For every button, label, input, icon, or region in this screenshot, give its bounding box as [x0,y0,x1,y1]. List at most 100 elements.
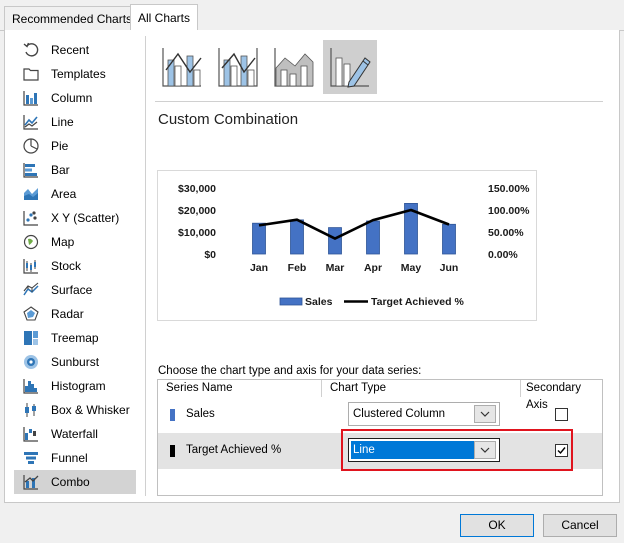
subtype-custom-combination[interactable] [323,40,377,94]
map-chart-icon [22,233,40,251]
chart-bar [366,220,380,255]
sidebar-item-treemap[interactable]: Treemap [14,326,136,350]
x-tick-label: Jan [250,262,268,274]
sidebar-item-combo[interactable]: Combo [14,470,136,494]
y2-tick-label: 150.00% [488,183,530,195]
y-tick-label: $20,000 [178,205,216,217]
x-tick-label: Feb [288,262,307,274]
bar-chart-icon [22,161,40,179]
chart-bar [328,227,342,255]
sidebar-item-histogram[interactable]: Histogram [14,374,136,398]
page-title: Custom Combination [158,111,299,128]
sidebar-item-bar[interactable]: Bar [14,158,136,182]
sidebar-item-funnel[interactable]: Funnel [14,446,136,470]
sunburst-chart-icon [22,353,40,371]
subtype-divider [155,101,603,102]
box-whisker-chart-icon [22,401,40,419]
tab-strip: Recommended Charts All Charts [0,0,624,31]
funnel-chart-icon [22,449,40,467]
subtype-clustered-column-line-secondary-axis[interactable] [211,40,265,94]
sidebar-item-label: Map [51,235,75,249]
x-tick-label: Mar [326,262,345,274]
tab-all-charts[interactable]: All Charts [130,4,199,31]
chart-type-sidebar: Recent Templates Column Line Pie Bar Are… [14,38,136,494]
sidebar-item-label: Radar [51,307,84,321]
header-divider [321,380,322,397]
sidebar-item-stock[interactable]: Stock [14,254,136,278]
chart-line-series [258,208,450,240]
x-tick-label: May [401,262,422,274]
column-chart-icon [22,89,40,107]
tab-recommended-charts[interactable]: Recommended Charts [4,6,141,30]
sidebar-item-label: Area [51,187,77,201]
clustered-column-line-secondary-axis-icon [218,48,258,87]
sidebar-item-label: Waterfall [51,427,98,441]
sidebar-item-label: Pie [51,139,69,153]
sidebar-item-sunburst[interactable]: Sunburst [14,350,136,374]
templates-icon [22,65,40,83]
sidebar-item-line[interactable]: Line [14,110,136,134]
sidebar-item-label: Bar [51,163,70,177]
series-name: Target Achieved % [186,444,282,456]
area-chart-icon [22,185,40,203]
scatter-chart-icon [22,209,40,227]
subtype-stacked-area-clustered-column[interactable] [267,40,321,94]
header-divider [520,380,521,397]
subtype-clustered-column-line[interactable] [155,40,209,94]
sidebar-item-label: Treemap [51,331,99,345]
series-color-swatch [170,445,175,457]
pie-chart-icon [22,137,40,155]
chart-bar [290,219,304,255]
legend-label: Target Achieved % [371,296,464,308]
sidebar-item-scatter[interactable]: X Y (Scatter) [14,206,136,230]
sidebar-item-label: Histogram [51,379,106,393]
y-tick-label: $30,000 [178,183,216,195]
sidebar-item-recent[interactable]: Recent [14,38,136,62]
chevron-down-icon[interactable] [474,405,496,423]
series-row-sales: Sales Clustered Column [158,397,602,433]
treemap-chart-icon [22,329,40,347]
chart-type-value: Clustered Column [353,408,446,420]
sidebar-item-label: Templates [51,67,106,81]
waterfall-chart-icon [22,425,40,443]
y2-tick-label: 50.00% [488,227,524,239]
sidebar-item-radar[interactable]: Radar [14,302,136,326]
sidebar-item-map[interactable]: Map [14,230,136,254]
line-chart-icon [22,113,40,131]
surface-chart-icon [22,281,40,299]
chart-bar [442,223,456,255]
custom-combination-icon [330,48,371,88]
sidebar-item-pie[interactable]: Pie [14,134,136,158]
stacked-area-clustered-column-icon [274,48,314,87]
sidebar-item-box-whisker[interactable]: Box & Whisker [14,398,136,422]
sidebar-item-label: Column [51,91,93,105]
sidebar-item-waterfall[interactable]: Waterfall [14,422,136,446]
ok-button[interactable]: OK [460,514,534,537]
chart-bar [252,222,266,255]
combo-chart-icon [22,473,40,491]
sidebar-item-surface[interactable]: Surface [14,278,136,302]
chart-preview: $30,000 $20,000 $10,000 $0 150.00% 100.00% 50.… [157,170,537,321]
series-instructions: Choose the chart type and axis for your … [158,365,422,377]
sidebar-item-label: Sunburst [51,355,100,369]
sidebar-item-label: Stock [51,259,82,273]
stock-chart-icon [22,257,40,275]
header-secondary-axis: Secondary Axis [526,382,581,411]
secondary-axis-checkbox[interactable] [555,408,568,421]
chart-type-dropdown[interactable]: Clustered Column [348,402,500,426]
series-name: Sales [186,408,215,420]
sidebar-item-templates[interactable]: Templates [14,62,136,86]
header-series-name: Series Name [166,382,233,394]
sidebar-item-label: Combo [51,475,90,489]
legend-label: Sales [305,296,333,308]
radar-chart-icon [22,305,40,323]
sidebar-item-area[interactable]: Area [14,182,136,206]
y-tick-label: $10,000 [178,227,216,239]
sidebar-item-label: Line [51,115,74,129]
sidebar-item-label: Funnel [51,451,88,465]
cancel-button[interactable]: Cancel [543,514,617,537]
sidebar-item-column[interactable]: Column [14,86,136,110]
x-tick-label: Apr [364,262,382,274]
combo-subtype-gallery [155,40,377,94]
annotation-highlight-box [341,429,573,471]
